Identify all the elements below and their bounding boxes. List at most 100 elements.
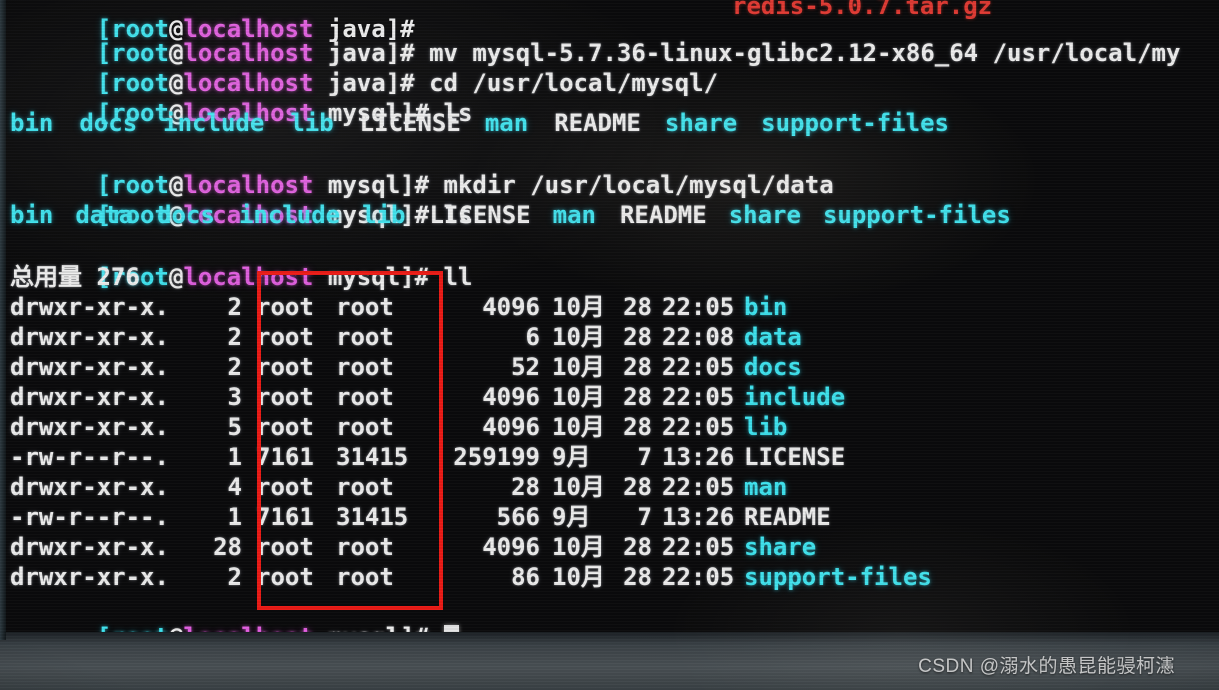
ls-output-row-1: bin docs include lib LICENSE man README share su… <box>10 108 949 138</box>
ll-link-count: 3 <box>227 383 242 411</box>
ll-day: 28 <box>623 323 652 351</box>
ll-month: 10月 <box>552 293 605 321</box>
ll-permissions: drwxr-xr-x. <box>10 323 169 351</box>
ll-month: 9月 <box>552 503 591 531</box>
ll-owner: root <box>256 293 314 321</box>
ls-entry-bin: bin <box>10 109 54 137</box>
ll-group: root <box>336 353 394 381</box>
ll-permissions: drwxr-xr-x. <box>10 533 169 561</box>
ll-owner: 7161 <box>256 503 314 531</box>
ll-day: 7 <box>637 503 652 531</box>
ll-day: 28 <box>623 533 652 561</box>
ls-entry-README: README <box>619 201 707 229</box>
ls-entry-include: include <box>163 109 265 137</box>
ll-row-docs: drwxr-xr-x. 2 root root 52 10月 28 22:05 docs <box>10 352 802 382</box>
ll-month: 10月 <box>552 533 605 561</box>
ll-month: 10月 <box>552 353 605 381</box>
ll-filename: support-files <box>744 563 932 591</box>
ll-filename: include <box>744 383 846 411</box>
ll-row-bin: drwxr-xr-x. 2 root root 4096 10月 28 22:05 bin <box>10 292 787 322</box>
ll-time: 22:05 <box>662 353 735 381</box>
ll-owner: root <box>256 473 314 501</box>
ll-link-count: 28 <box>213 533 242 561</box>
ll-row-share: drwxr-xr-x. 28 root root 4096 10月 28 22:05 share <box>10 532 816 562</box>
ls-entry-lib: lib <box>290 109 334 137</box>
ll-filename: data <box>744 323 802 351</box>
ll-owner: root <box>256 533 314 561</box>
ll-filename: README <box>744 503 831 531</box>
ll-permissions: drwxr-xr-x. <box>10 413 169 441</box>
ll-row-README: -rw-r--r--. 1 7161 31415 566 9月 7 13:26 README <box>10 502 831 532</box>
ll-row-man: drwxr-xr-x. 4 root root 28 10月 28 22:05 man <box>10 472 787 502</box>
ls-entry-support-files: support-files <box>822 201 1011 229</box>
ll-owner: root <box>256 323 314 351</box>
ll-permissions: drwxr-xr-x. <box>10 563 169 591</box>
ll-day: 28 <box>623 383 652 411</box>
ll-day: 28 <box>623 473 652 501</box>
ll-month: 10月 <box>552 383 605 411</box>
ll-filename: lib <box>744 413 788 441</box>
ls-entry-include: include <box>238 201 341 229</box>
ll-owner: root <box>256 413 314 441</box>
ll-day: 28 <box>623 293 652 321</box>
ll-size: 4096 <box>482 293 540 321</box>
ll-permissions: -rw-r--r--. <box>10 443 169 471</box>
ll-owner: root <box>256 563 314 591</box>
ll-group: root <box>336 413 394 441</box>
ll-size: 259199 <box>453 443 540 471</box>
ll-group: 31415 <box>336 443 409 471</box>
ls-entry-LICENSE: LICENSE <box>429 201 531 229</box>
ll-link-count: 2 <box>227 293 242 321</box>
ls-entry-man: man <box>484 109 529 137</box>
ll-row-lib: drwxr-xr-x. 5 root root 4096 10月 28 22:05 lib <box>10 412 787 442</box>
ll-permissions: drwxr-xr-x. <box>10 473 169 501</box>
ll-time: 22:05 <box>662 473 735 501</box>
ll-day: 28 <box>623 353 652 381</box>
ll-group: root <box>336 293 394 321</box>
ll-group: root <box>336 383 394 411</box>
ll-size: 28 <box>511 473 540 501</box>
ll-row-support-files: drwxr-xr-x. 2 root root 86 10月 28 22:05 support-… <box>10 562 932 592</box>
ls-entry-lib: lib <box>362 201 406 229</box>
ls-output-row-2: bin data docs include lib LICENSE man README sha… <box>10 200 1011 230</box>
ll-day: 28 <box>623 563 652 591</box>
ll-time: 22:05 <box>662 293 735 321</box>
ls-entry-LICENSE: LICENSE <box>359 109 461 137</box>
ls-entry-share: share <box>728 201 801 229</box>
ls-entry-docs: docs <box>79 109 138 137</box>
ll-group: root <box>336 563 394 591</box>
prompt-at: @ <box>168 263 184 291</box>
ll-permissions: -rw-r--r--. <box>10 503 169 531</box>
ll-filename: bin <box>744 293 788 321</box>
ll-permissions: drwxr-xr-x. <box>10 293 169 321</box>
ll-group: root <box>336 473 394 501</box>
ll-filename: share <box>744 533 817 561</box>
ll-month: 10月 <box>552 473 605 501</box>
ll-size: 4096 <box>482 533 540 561</box>
ls-entry-support-files: support-files <box>761 109 949 137</box>
ll-time: 13:26 <box>662 443 735 471</box>
ll-time: 22:05 <box>662 413 735 441</box>
ll-time: 22:05 <box>662 563 735 591</box>
ll-link-count: 5 <box>227 413 242 441</box>
ll-row-data: drwxr-xr-x. 2 root root 6 10月 28 22:08 data <box>10 322 802 352</box>
terminal-window[interactable]: [root@localhost java]# redis-5.0.7.tar.g… <box>0 0 1219 651</box>
ls-entry-bin: bin <box>10 201 54 229</box>
ll-row-include: drwxr-xr-x. 3 root root 4096 10月 28 22:05 includ… <box>10 382 845 412</box>
ll-group: root <box>336 323 394 351</box>
ll-day: 28 <box>623 413 652 441</box>
ll-time: 22:05 <box>662 383 735 411</box>
ll-month: 10月 <box>552 563 605 591</box>
ll-filename: man <box>744 473 788 501</box>
ll-size: 86 <box>511 563 540 591</box>
ll-month: 10月 <box>552 413 605 441</box>
ll-size: 6 <box>525 323 540 351</box>
prompt-cwd: mysql <box>313 263 401 291</box>
ll-link-count: 2 <box>227 323 242 351</box>
ll-time: 22:08 <box>662 323 735 351</box>
ll-time: 13:26 <box>662 503 735 531</box>
csdn-watermark: CSDN @溺水的愚昆能骎柯瀗 <box>918 656 1175 677</box>
ll-size: 4096 <box>482 413 540 441</box>
ll-size: 566 <box>496 503 540 531</box>
prompt-bracket-close: ]# <box>400 263 444 291</box>
